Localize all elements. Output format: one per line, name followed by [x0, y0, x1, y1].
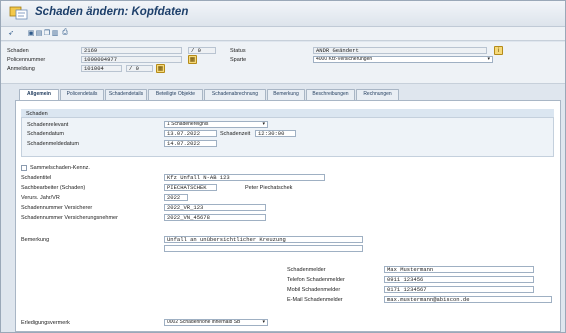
- verurs-jahr-label: Verurs. Jahr/VR: [21, 195, 60, 201]
- tab-strip: Allgemein Policendetails Schadendetails …: [15, 89, 561, 100]
- police-field[interactable]: 1000004977: [81, 56, 182, 63]
- schadendatum-field[interactable]: 13.07.2022: [164, 130, 217, 137]
- email-label: E-Mail Schadenmelder: [287, 297, 343, 303]
- sparte-select[interactable]: 4000 Kfz-Versicherungen ▾: [313, 56, 493, 63]
- tab-rechnungen[interactable]: Rechnungen: [356, 89, 399, 100]
- window-title: Schaden ändern: Kopfdaten: [35, 6, 189, 18]
- anmeldung-suffix-field[interactable]: / 0: [126, 65, 153, 72]
- schaden-label: Schaden: [7, 48, 29, 54]
- schadenmelder-field[interactable]: Max Mustermann: [384, 266, 534, 273]
- schadenzeit-field[interactable]: 12:30:00: [255, 130, 296, 137]
- schadenzeit-label: Schadenzeit: [220, 131, 251, 137]
- sammelschaden-label: Sammelschaden-Kennz.: [30, 165, 90, 171]
- tab-allgemein[interactable]: Allgemein: [19, 89, 59, 100]
- anmeldung-display-icon[interactable]: ▦: [156, 64, 165, 73]
- schadentitel-field[interactable]: Kfz Unfall N-AB 123: [164, 174, 325, 181]
- anmeldung-field[interactable]: 101004: [81, 65, 122, 72]
- chevron-down-icon: ▾: [262, 121, 265, 127]
- telefon-label: Telefon Schadenmelder: [287, 277, 345, 283]
- schaden-group-header: [21, 109, 554, 118]
- status-label: Status: [230, 48, 246, 54]
- schadenmeldedatum-field[interactable]: 14.07.2022: [164, 140, 217, 147]
- schaden-field[interactable]: 2169: [81, 47, 182, 54]
- schadennummer-versicherer-field[interactable]: 2022_VR_123: [164, 204, 266, 211]
- bemerkung-field-line1[interactable]: Unfall an unübersichtlicher Kreuzung: [164, 236, 363, 243]
- schadennummer-vn-label: Schadennummer Versicherungsnehmer: [21, 215, 118, 221]
- erledigungsvermerk-value: 0002 Schadenhöhe innerhalb SB: [167, 319, 241, 325]
- sparte-value: 4000 Kfz-Versicherungen: [316, 56, 373, 62]
- sparte-label: Sparte: [230, 57, 247, 63]
- copy-icon[interactable]: ❐: [43, 29, 51, 37]
- print-preview-icon[interactable]: ⎙: [61, 29, 69, 37]
- schadenrelevant-select[interactable]: 1 Schadenereignis ▾: [164, 121, 268, 128]
- erledigungsvermerk-select[interactable]: 0002 Schadenhöhe innerhalb SB ▾: [164, 319, 268, 326]
- schadenmeldedatum-label: Schadenmeldedatum: [27, 141, 79, 147]
- tab-bemerkung[interactable]: Bemerkung: [267, 89, 305, 100]
- anmeldung-label: Anmeldung: [7, 66, 35, 72]
- display-icon[interactable]: ▥: [51, 29, 59, 37]
- chevron-down-icon: ▾: [487, 56, 490, 62]
- tab-beteiligte-objekte[interactable]: Beteiligte Objekte: [148, 89, 203, 100]
- email-field[interactable]: max.mustermann@abiscon.de: [384, 296, 552, 303]
- tab-beschreibungen[interactable]: Beschreibungen: [306, 89, 355, 100]
- bemerkung-field-line2[interactable]: [164, 245, 363, 252]
- title-bar: Schaden ändern: Kopfdaten: [1, 1, 565, 27]
- police-label: Policennummer: [7, 57, 46, 63]
- schaden-suffix-field[interactable]: / 0: [188, 47, 216, 54]
- bemerkung-label: Bemerkung: [21, 237, 50, 243]
- erledigungsvermerk-label: Erledigungsvermerk: [21, 320, 70, 326]
- schadennummer-vn-field[interactable]: 2022_VN_45678: [164, 214, 266, 221]
- status-info-icon[interactable]: i: [494, 46, 503, 55]
- schadenmelder-label: Schadenmelder: [287, 267, 326, 273]
- app-logo-icon: [9, 6, 29, 20]
- schadendatum-label: Schadendatum: [27, 131, 64, 137]
- telefon-field[interactable]: 0911 123456: [384, 276, 534, 283]
- schadenrelevant-value: 1 Schadenereignis: [167, 121, 209, 127]
- sachbearbeiter-field[interactable]: PIECHATSCHEK: [164, 184, 217, 191]
- police-display-icon[interactable]: ▦: [188, 55, 197, 64]
- tab-policendetails[interactable]: Policendetails: [60, 89, 104, 100]
- schaden-group-title: Schaden: [26, 111, 48, 117]
- schadenrelevant-label: Schadenrelevant: [27, 122, 69, 128]
- save-icon[interactable]: ▣: [27, 29, 35, 37]
- schadennummer-versicherer-label: Schadennummer Versicherer: [21, 205, 93, 211]
- mobil-field[interactable]: 0171 1234567: [384, 286, 534, 293]
- sachbearbeiter-label: Sachbearbeiter (Schaden): [21, 185, 86, 191]
- toolbar: ➶ ▣ ▤ ❐ ▥ ⎙: [1, 27, 565, 41]
- tab-schadenabrechnung[interactable]: Schadenabrechnung: [204, 89, 266, 100]
- schadentitel-label: Schadentitel: [21, 175, 52, 181]
- tab-schadendetails[interactable]: Schadendetails: [105, 89, 147, 100]
- sap-window: Schaden ändern: Kopfdaten ➶ ▣ ▤ ❐ ▥ ⎙ Sc…: [0, 0, 566, 333]
- chevron-down-icon: ▾: [262, 319, 265, 325]
- verurs-jahr-field[interactable]: 2022: [164, 194, 188, 201]
- print-icon[interactable]: ▤: [35, 29, 43, 37]
- sachbearbeiter-name: Peter Piechatschek: [245, 185, 293, 191]
- exit-icon[interactable]: ➶: [7, 29, 15, 37]
- sammelschaden-checkbox[interactable]: [21, 165, 27, 171]
- status-field[interactable]: ÄNDR Geändert: [313, 47, 487, 54]
- mobil-label: Mobil Schadenmelder: [287, 287, 341, 293]
